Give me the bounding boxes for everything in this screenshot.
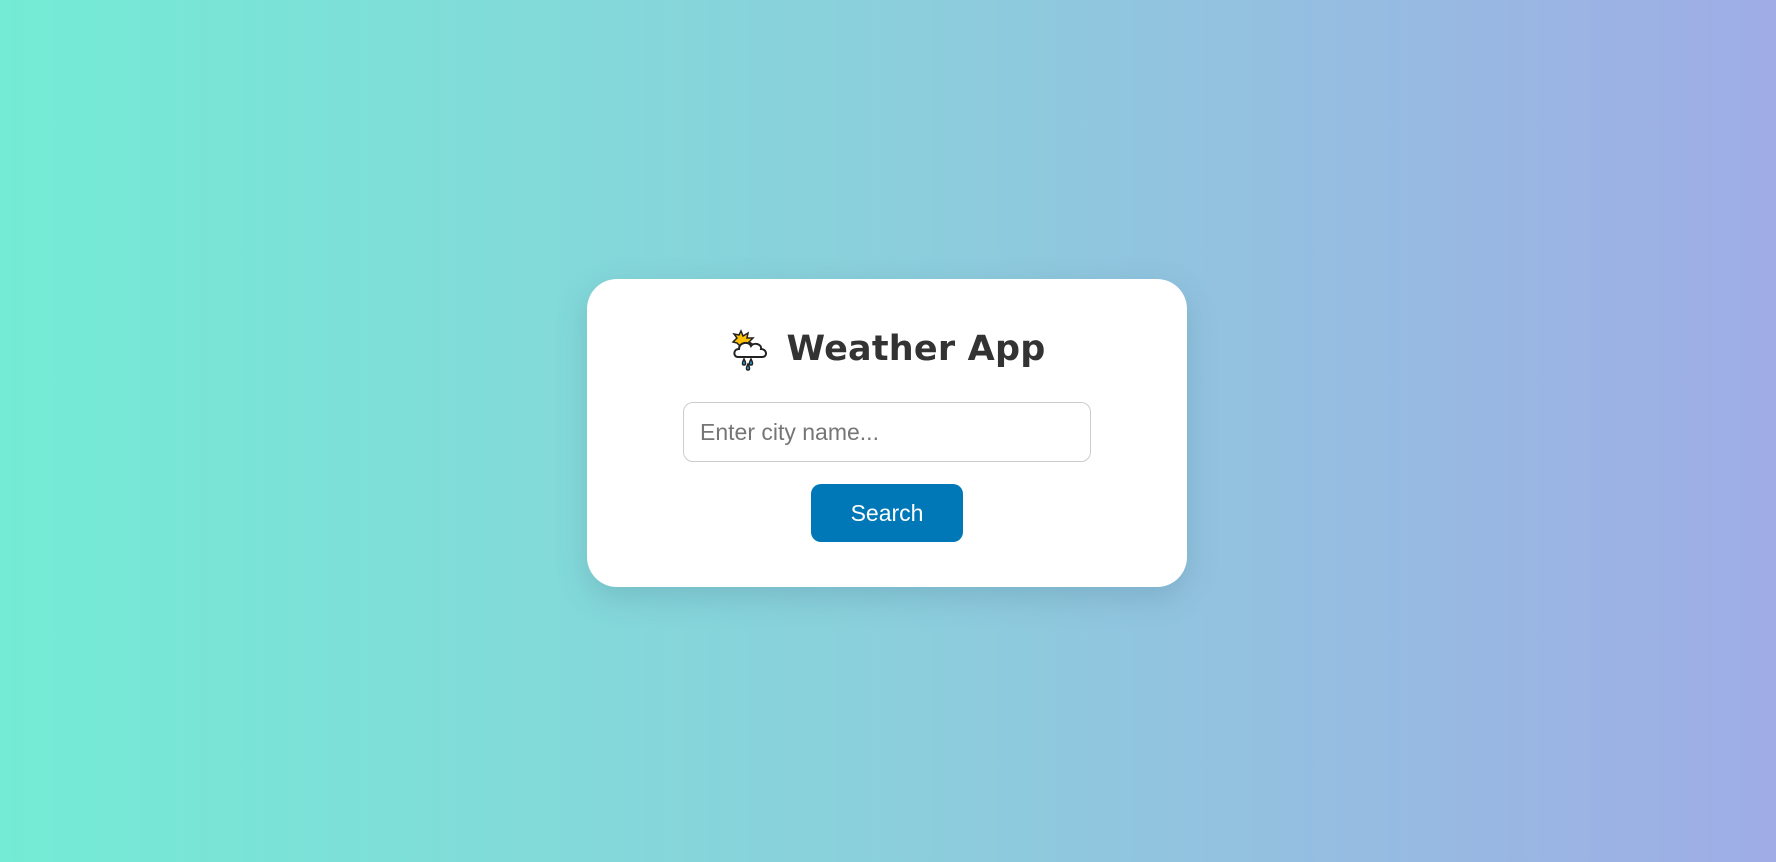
weather-card: Weather App Search: [587, 279, 1187, 587]
city-search-input[interactable]: [683, 402, 1091, 462]
search-button[interactable]: Search: [811, 484, 963, 542]
title-row: Weather App: [587, 327, 1187, 371]
page-title: Weather App: [786, 329, 1046, 369]
sun-behind-rain-cloud-icon: [729, 327, 773, 371]
